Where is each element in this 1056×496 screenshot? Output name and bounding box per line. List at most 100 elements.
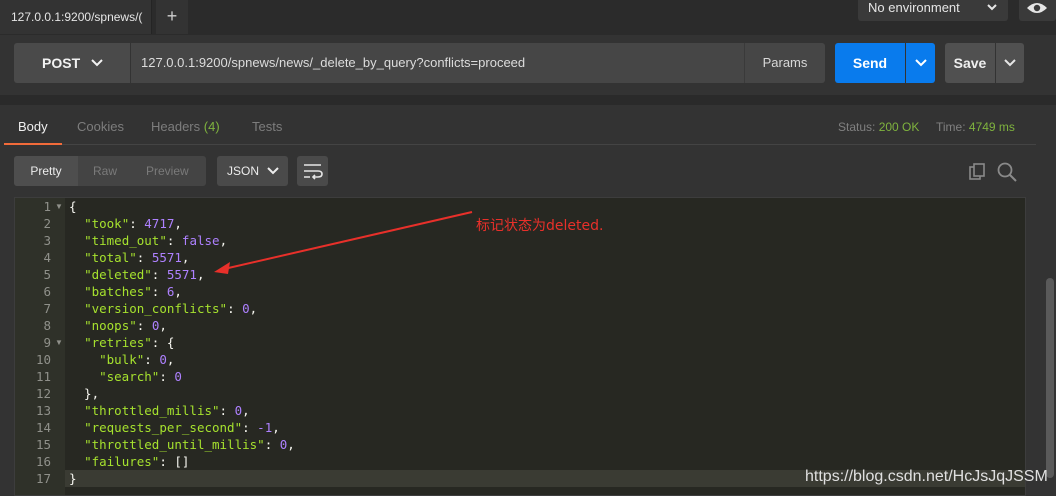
response-body-editor[interactable]: 1 ▼ 2 3 4 5 6 7 8 9 ▼ 10 11 12 13 14 15 … — [14, 197, 1026, 496]
line-number: 8 — [43, 318, 51, 333]
format-tabs: Pretty Raw Preview — [14, 156, 206, 186]
tab-tests-label: Tests — [252, 119, 283, 134]
chevron-down-icon — [267, 167, 279, 175]
line-number: 14 — [35, 420, 51, 435]
code-line: "throttled_until_millis": 0, — [84, 437, 295, 452]
annotation-text: 标记状态为deleted. — [476, 218, 604, 234]
panel-divider — [0, 95, 1056, 105]
request-tab-label: 127.0.0.1:9200/spnews/( — [11, 10, 143, 24]
code-line: "failures": [] — [84, 454, 190, 469]
line-number: 16 — [35, 454, 51, 469]
value-throttled-until-millis: 0 — [279, 437, 288, 452]
new-tab-button[interactable]: + — [156, 0, 188, 34]
value-throttled-millis: 0 — [234, 403, 243, 418]
line-number: 3 — [43, 233, 51, 248]
response-tabs: Body Cookies Headers (4) Tests Status: 2… — [4, 105, 1036, 145]
tab-body-label: Body — [18, 119, 48, 134]
line-number: 1 — [43, 199, 51, 214]
fold-arrow-icon[interactable]: ▼ — [55, 334, 63, 351]
search-icon[interactable] — [996, 161, 1018, 183]
code-line: "batches": 6, — [84, 284, 182, 299]
value-search: 0 — [174, 369, 182, 384]
headers-count-badge: (4) — [203, 119, 220, 134]
environment-select[interactable]: No environment — [858, 0, 1008, 21]
tab-tests[interactable]: Tests — [252, 105, 282, 145]
format-select[interactable]: JSON — [217, 156, 288, 186]
copy-icon[interactable] — [968, 162, 988, 182]
line-number: 17 — [35, 471, 51, 486]
line-number: 2 — [43, 216, 51, 231]
value-requests-per-second: -1 — [257, 420, 273, 435]
request-tab[interactable]: 127.0.0.1:9200/spnews/( — [0, 0, 152, 34]
plus-icon: + — [166, 6, 178, 26]
line-number: 11 — [35, 369, 51, 384]
chevron-down-icon — [914, 59, 927, 67]
tab-bar: 127.0.0.1:9200/spnews/( + No environment — [0, 0, 1056, 35]
value-timed-out: false — [181, 233, 220, 248]
line-number: 4 — [43, 250, 51, 265]
status-label: Status: — [838, 120, 876, 134]
format-tab-pretty[interactable]: Pretty — [14, 156, 78, 186]
tab-headers-label: Headers — [151, 119, 201, 134]
eye-icon — [1027, 3, 1047, 13]
code-line: "deleted": 5571, — [84, 267, 205, 282]
code-line: "retries": { — [84, 335, 175, 350]
line-number: 13 — [35, 403, 51, 418]
tab-cookies-label: Cookies — [77, 119, 124, 134]
value-total: 5571 — [151, 250, 182, 265]
status-value: 200 OK — [878, 120, 920, 134]
status-readout: Status: 200 OK — [838, 105, 919, 145]
environment-quick-look-button[interactable] — [1019, 0, 1056, 21]
url-input[interactable]: 127.0.0.1:9200/spnews/news/_delete_by_qu… — [131, 43, 744, 83]
tab-headers[interactable]: Headers (4) — [151, 105, 220, 145]
code-line: "took": 4717, — [84, 216, 182, 231]
value-deleted: 5571 — [166, 267, 197, 282]
code-line: "requests_per_second": -1, — [84, 420, 280, 435]
format-tab-raw[interactable]: Raw — [93, 156, 117, 186]
time-readout: Time: 4749 ms — [936, 105, 1015, 145]
code-line: "total": 5571, — [84, 250, 190, 265]
format-tab-preview[interactable]: Preview — [146, 156, 189, 186]
params-button[interactable]: Params — [744, 43, 825, 83]
chevron-down-icon — [1004, 59, 1016, 67]
value-bulk: 0 — [159, 352, 167, 367]
response-scrollbar[interactable] — [1046, 278, 1054, 478]
fold-arrow-icon[interactable]: ▼ — [55, 198, 63, 215]
time-label: Time: — [936, 120, 966, 134]
code-line: "throttled_millis": 0, — [84, 403, 250, 418]
code-line: "search": 0 — [99, 369, 182, 384]
chevron-down-icon — [987, 4, 997, 11]
value-took: 4717 — [144, 216, 175, 231]
tab-body[interactable]: Body — [4, 105, 62, 145]
wrap-lines-icon — [304, 164, 323, 180]
tab-cookies[interactable]: Cookies — [77, 105, 124, 145]
watermark: https://blog.csdn.net/HcJsJqJSSM — [805, 468, 1048, 485]
time-value: 4749 ms — [968, 120, 1015, 134]
method-select[interactable]: POST — [14, 43, 130, 83]
line-number: 10 — [35, 352, 51, 367]
chevron-down-icon — [91, 59, 103, 67]
value-noops: 0 — [151, 318, 160, 333]
code-line: { — [69, 199, 77, 214]
line-number: 7 — [43, 301, 51, 316]
code-line: "timed_out": false, — [84, 233, 228, 248]
line-number: 6 — [43, 284, 51, 299]
environment-label: No environment — [868, 0, 960, 15]
value-failures: [] — [174, 454, 190, 469]
method-label: POST — [42, 55, 81, 71]
send-options-button[interactable] — [906, 43, 935, 83]
value-version-conflicts: 0 — [242, 301, 250, 316]
save-options-button[interactable] — [996, 43, 1024, 83]
code-line: } — [69, 471, 77, 486]
send-button[interactable]: Send — [835, 43, 905, 83]
value-batches: 6 — [166, 284, 175, 299]
wrap-lines-button[interactable] — [297, 156, 328, 186]
line-number: 15 — [35, 437, 51, 452]
line-number: 9 — [43, 335, 51, 350]
request-bar: POST 127.0.0.1:9200/spnews/news/_delete_… — [0, 35, 1056, 95]
code-line: "version_conflicts": 0, — [84, 301, 258, 316]
format-select-label: JSON — [227, 164, 260, 178]
code-line: "noops": 0, — [84, 318, 167, 333]
save-button[interactable]: Save — [945, 43, 995, 83]
line-number: 12 — [35, 386, 51, 401]
